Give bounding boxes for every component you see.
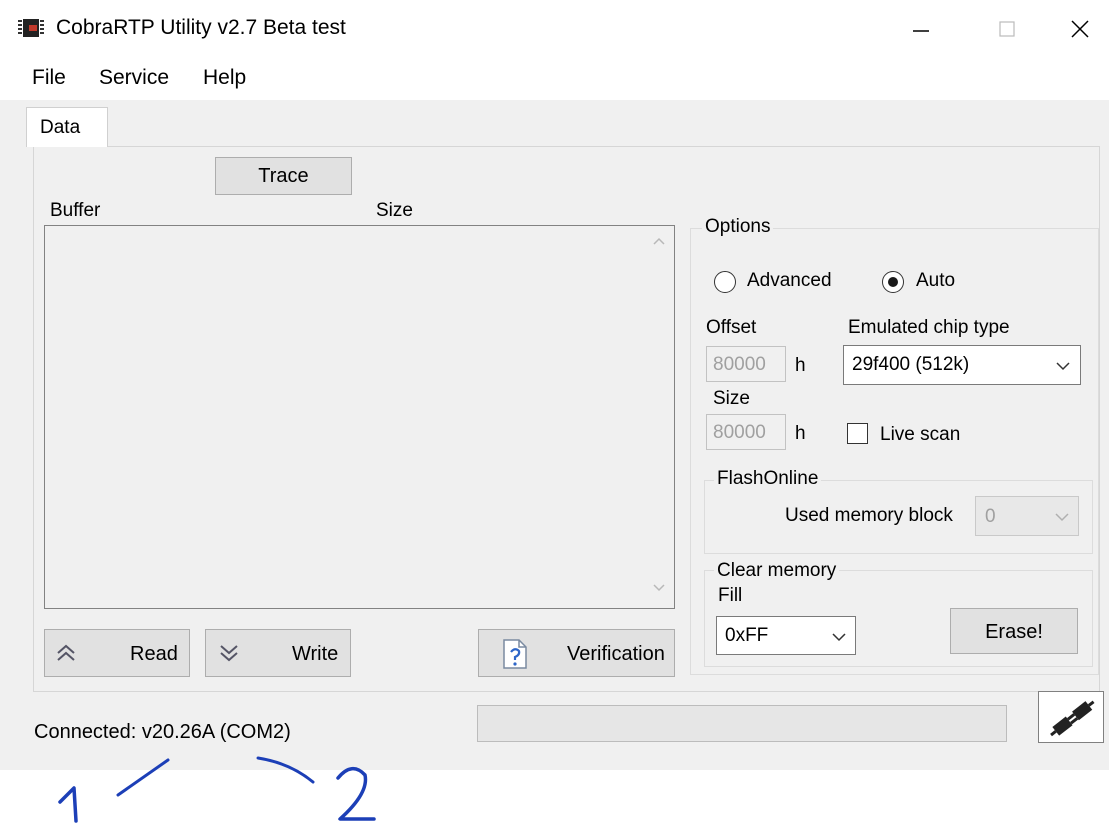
tab-label: Data (40, 117, 81, 138)
live-scan-label[interactable]: Live scan (880, 424, 960, 446)
read-button[interactable]: Read (44, 629, 190, 677)
erase-button[interactable]: Erase! (950, 608, 1078, 654)
fill-label: Fill (718, 585, 743, 606)
verification-button-label: Verification (567, 643, 665, 665)
plug-connector-icon (1050, 700, 1095, 737)
handwritten-annotations (58, 756, 376, 823)
options-group-title: Options (702, 216, 774, 238)
radio-auto-label[interactable]: Auto (916, 270, 955, 292)
document-question-icon (503, 639, 527, 669)
menu-service[interactable]: Service (99, 66, 169, 90)
buffer-list[interactable] (44, 225, 675, 609)
verification-button[interactable]: Verification (478, 629, 675, 677)
chevron-down-icon (1056, 362, 1070, 371)
size-hex-suffix: h (795, 423, 806, 444)
maximize-button[interactable] (979, 6, 1035, 52)
used-memory-block-label: Used memory block (785, 505, 953, 526)
fill-select[interactable]: 0xFF (716, 616, 856, 655)
size-value: 80000 (713, 422, 766, 443)
read-button-label: Read (130, 643, 178, 665)
progress-bar (477, 705, 1007, 742)
tab-data[interactable]: Data (26, 107, 108, 147)
connection-status: Connected: v20.26A (COM2) (34, 721, 291, 743)
chevron-down-icon (1055, 513, 1069, 522)
minimize-icon (913, 30, 929, 32)
offset-value: 80000 (713, 354, 766, 375)
window-title: CobraRTP Utility v2.7 Beta test (56, 16, 346, 39)
clear-memory-group-title: Clear memory (714, 560, 840, 582)
scroll-down-icon[interactable] (652, 580, 666, 598)
double-chevron-down-icon (220, 645, 238, 662)
menu-file[interactable]: File (32, 66, 66, 90)
offset-hex-suffix: h (795, 355, 806, 376)
offset-label: Offset (706, 317, 757, 338)
minimize-button[interactable] (893, 6, 949, 52)
radio-advanced[interactable] (714, 271, 736, 293)
radio-auto[interactable] (882, 271, 904, 293)
buffer-column-header[interactable]: Buffer (50, 200, 100, 222)
write-button[interactable]: Write (205, 629, 351, 677)
connect-button[interactable] (1038, 691, 1104, 743)
size-label: Size (713, 388, 750, 409)
write-button-label: Write (292, 643, 339, 665)
used-memory-block-value: 0 (985, 506, 996, 527)
chip-icon (18, 17, 44, 39)
erase-button-label: Erase! (985, 621, 1043, 643)
live-scan-checkbox[interactable] (847, 423, 868, 444)
offset-input[interactable]: 80000 (706, 346, 786, 382)
close-button[interactable] (1052, 6, 1108, 52)
chip-type-value: 29f400 (512k) (852, 354, 970, 375)
close-icon (1071, 20, 1089, 38)
size-column-header[interactable]: Size (376, 200, 413, 222)
chip-type-label: Emulated chip type (848, 317, 1010, 338)
chevron-down-icon (832, 633, 846, 642)
trace-button[interactable]: Trace (215, 157, 352, 195)
scroll-up-icon[interactable] (652, 233, 666, 251)
chip-type-select[interactable]: 29f400 (512k) (843, 345, 1081, 385)
double-chevron-up-icon (57, 644, 75, 661)
radio-advanced-label[interactable]: Advanced (747, 270, 832, 292)
used-memory-block-select[interactable]: 0 (975, 496, 1079, 536)
flashonline-group-title: FlashOnline (714, 468, 822, 490)
menu-help[interactable]: Help (203, 66, 246, 90)
fill-value: 0xFF (725, 625, 769, 646)
size-input[interactable]: 80000 (706, 414, 786, 450)
maximize-icon (999, 21, 1015, 37)
trace-button-label: Trace (258, 165, 309, 187)
